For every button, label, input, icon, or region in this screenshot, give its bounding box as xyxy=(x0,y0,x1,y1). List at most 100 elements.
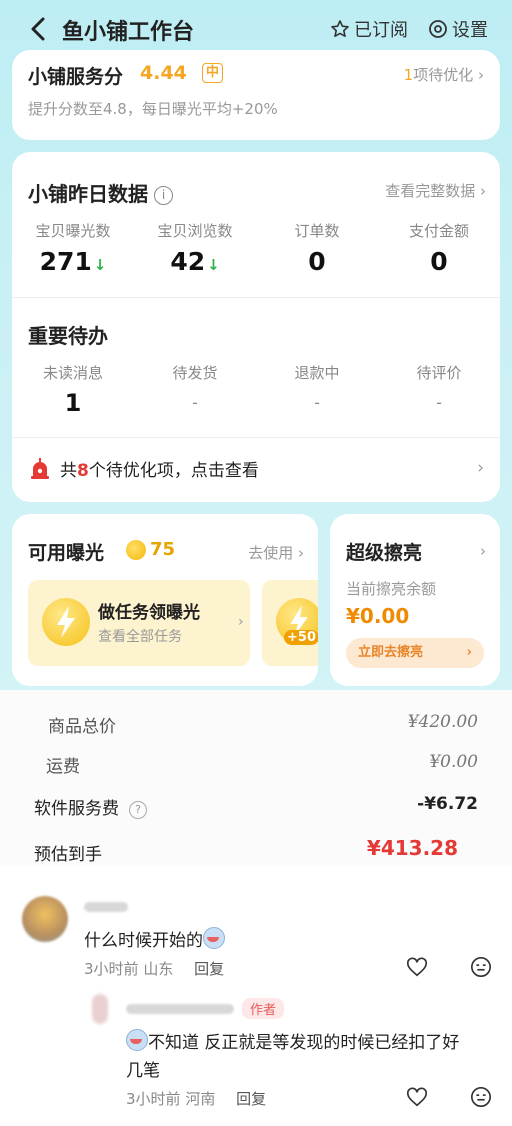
page-title: 鱼小铺工作台 xyxy=(62,20,195,45)
avatar[interactable] xyxy=(92,994,108,1024)
optimize-text: 项待优化 xyxy=(413,66,474,84)
heart-icon[interactable] xyxy=(406,1086,428,1108)
divider xyxy=(12,437,500,438)
stat-exposure[interactable]: 宝贝曝光数 271 ↓ xyxy=(12,220,134,276)
price-label: 运费 xyxy=(46,757,80,777)
info-icon[interactable]: i xyxy=(154,186,173,205)
comment-body: 不知道 反正就是等发现的时候已经扣了好 xyxy=(148,1033,460,1053)
price-value: ¥0.00 xyxy=(429,752,478,772)
comment-text-line2: 几笔 xyxy=(126,1061,160,1081)
workbench-panel: 鱼小铺工作台 已订阅 设置 小铺服务分 4.44 中 1项待优化 › 提升分数至… xyxy=(0,0,512,690)
settings-button[interactable]: 设置 xyxy=(428,16,488,42)
price-label-wrap: 软件服务费? xyxy=(34,794,147,819)
alarm-icon xyxy=(31,457,49,479)
view-full-data-link[interactable]: 查看完整数据 › xyxy=(385,180,486,201)
comment-location: 河南 xyxy=(185,1090,216,1108)
comment-location: 山东 xyxy=(143,960,174,978)
back-arrow-icon[interactable] xyxy=(24,14,54,44)
down-arrow-icon: ↓ xyxy=(93,256,107,274)
optimize-link[interactable]: 1项待优化 › xyxy=(404,64,484,85)
shine-now-button[interactable]: 立即去擦亮 › xyxy=(346,638,484,668)
score-level-badge: 中 xyxy=(202,63,224,83)
view-full-data-label: 查看完整数据 xyxy=(385,182,476,200)
chevron-right-icon: › xyxy=(466,645,472,660)
use-exposure-link[interactable]: 去使用 › xyxy=(248,542,304,563)
dislike-face-icon[interactable] xyxy=(470,1086,492,1108)
settings-label: 设置 xyxy=(452,20,488,41)
todo-value: - xyxy=(314,393,320,412)
blurred-username xyxy=(84,902,128,912)
todo-value: 1 xyxy=(64,389,82,417)
author-badge: 作者 xyxy=(242,998,285,1019)
optimize-count: 1 xyxy=(403,66,414,84)
comment-meta: 3小时前 山东 回复 xyxy=(84,958,224,979)
comment-section: 什么时候开始的 3小时前 山东 回复 作者 不知道 反正就是等发现的时候已经扣了… xyxy=(0,866,512,1126)
subscribed-button[interactable]: 已订阅 xyxy=(330,16,408,42)
heart-icon[interactable] xyxy=(406,956,428,978)
todo-label: 待评价 xyxy=(416,364,462,382)
divider xyxy=(12,297,500,298)
help-icon[interactable]: ? xyxy=(129,800,147,819)
todo-value: - xyxy=(436,393,442,412)
comment-text: 什么时候开始的 xyxy=(84,926,225,951)
yesterday-data-card: 小铺昨日数据 i 查看完整数据 › 宝贝曝光数 271 ↓ 宝贝浏览数 42 ↓ 订单… xyxy=(12,152,500,502)
todo-label: 待发货 xyxy=(172,364,218,382)
price-value: ¥420.00 xyxy=(407,712,478,732)
settings-icon xyxy=(429,20,447,38)
price-label: 预估到手 xyxy=(34,845,102,865)
stat-orders[interactable]: 订单数 0 xyxy=(256,220,378,276)
stat-label: 宝贝曝光数 xyxy=(35,222,111,240)
comment-meta: 3小时前 河南 回复 xyxy=(126,1088,266,1109)
optimize-alert-row[interactable]: 共8个待优化项，点击查看 xyxy=(28,456,259,481)
chevron-right-icon: › xyxy=(238,614,244,630)
coin-icon xyxy=(126,540,146,560)
dislike-face-icon[interactable] xyxy=(470,956,492,978)
exposure-title: 可用曝光 xyxy=(28,542,105,564)
todo-label: 未读消息 xyxy=(42,364,103,382)
comment-body: 什么时候开始的 xyxy=(84,931,203,951)
stat-payment[interactable]: 支付金额 0 xyxy=(378,220,500,276)
todo-review[interactable]: 待评价 - xyxy=(378,362,500,412)
task-card[interactable]: 做任务领曝光 查看全部任务 › xyxy=(28,580,250,666)
reply-button[interactable]: 回复 xyxy=(236,1090,266,1108)
comment-time: 3小时前 xyxy=(84,960,139,978)
price-label: 商品总价 xyxy=(48,717,116,737)
shine-subtitle: 当前擦亮余额 xyxy=(346,580,437,598)
todo-unread[interactable]: 未读消息 1 xyxy=(12,362,134,417)
stat-value: 271 xyxy=(39,247,92,276)
stat-label: 支付金额 xyxy=(408,222,469,240)
service-score-card[interactable]: 小铺服务分 4.44 中 1项待优化 › 提升分数至4.8，每日曝光平均+20% xyxy=(12,50,500,140)
use-exposure-label: 去使用 xyxy=(248,544,294,562)
avatar[interactable] xyxy=(22,896,68,942)
data-card-title: 小铺昨日数据 i xyxy=(28,178,173,207)
bonus-badge: +50 xyxy=(284,630,318,645)
star-icon xyxy=(331,20,349,38)
blurred-username xyxy=(126,1004,234,1014)
exposure-value: 75 xyxy=(150,539,176,560)
reply-button[interactable]: 回复 xyxy=(194,960,224,978)
score-description: 提升分数至4.8，每日曝光平均+20% xyxy=(28,100,278,118)
emoji-icon xyxy=(203,927,225,949)
stat-views[interactable]: 宝贝浏览数 42 ↓ xyxy=(134,220,256,276)
task-subtitle: 查看全部任务 xyxy=(98,629,182,645)
stat-value: 0 xyxy=(430,247,448,276)
todo-value: - xyxy=(192,393,198,412)
shine-balance: ¥0.00 xyxy=(346,604,410,628)
alert-suffix: 个待优化项，点击查看 xyxy=(88,461,259,481)
stat-value: 42 xyxy=(170,247,206,276)
alert-prefix: 共 xyxy=(60,461,77,481)
down-arrow-icon: ↓ xyxy=(207,256,220,274)
data-title-text: 小铺昨日数据 xyxy=(28,182,148,206)
available-exposure-card: 可用曝光 75 去使用 › 做任务领曝光 查看全部任务 › +50 xyxy=(12,514,318,686)
emoji-icon xyxy=(126,1029,148,1051)
shine-title: 超级擦亮 xyxy=(346,542,423,564)
todo-to-ship[interactable]: 待发货 - xyxy=(134,362,256,412)
todo-label: 退款中 xyxy=(294,364,340,382)
task-card-bonus[interactable]: +50 xyxy=(262,580,318,666)
alert-count: 8 xyxy=(77,461,89,481)
super-shine-card[interactable]: 超级擦亮 › 当前擦亮余额 ¥0.00 立即去擦亮 › xyxy=(330,514,500,686)
price-summary: 商品总价 ¥420.00 运费 ¥0.00 软件服务费? -¥6.72 预估到手… xyxy=(0,690,512,866)
estimated-total: ¥413.28 xyxy=(366,836,458,860)
comment-time: 3小时前 xyxy=(126,1090,181,1108)
todo-refund[interactable]: 退款中 - xyxy=(256,362,378,412)
